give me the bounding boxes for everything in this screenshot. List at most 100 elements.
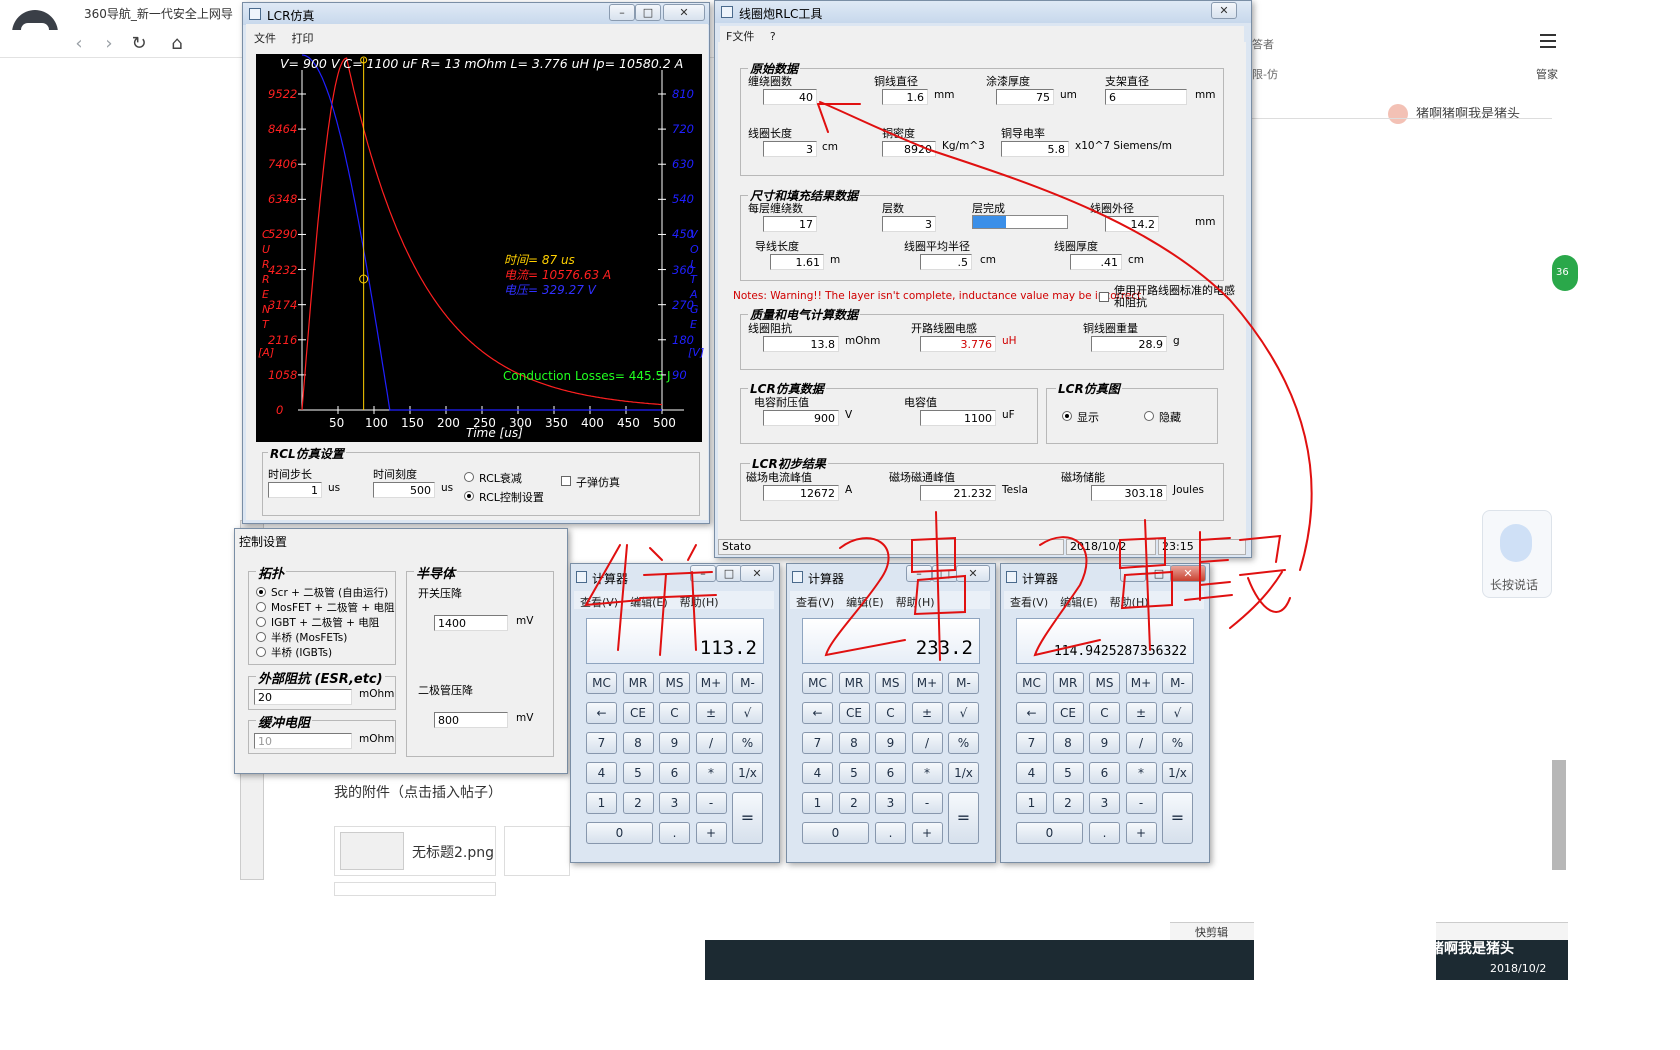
- wire-length-input[interactable]: 1.61: [770, 254, 824, 270]
- calc-key[interactable]: 1: [586, 792, 617, 814]
- calc-key[interactable]: MR: [838, 672, 870, 694]
- calculator-menu-item[interactable]: 帮助(H): [674, 591, 725, 613]
- forward-icon[interactable]: ›: [98, 33, 120, 55]
- conductivity-input[interactable]: 5.8: [1001, 141, 1069, 157]
- calc-key[interactable]: 6: [659, 762, 690, 784]
- calc-key-zero[interactable]: 0: [586, 822, 653, 844]
- topology-radio[interactable]: [256, 617, 266, 627]
- user-name[interactable]: 猪啊猪啊我是猪头: [1416, 103, 1520, 122]
- coil-thickness-input[interactable]: .41: [1070, 254, 1122, 270]
- calc-key[interactable]: 3: [875, 792, 906, 814]
- calculator-menu-item[interactable]: 编辑(E): [624, 591, 674, 613]
- radio-rcl-control-label[interactable]: RCL控制设置: [479, 489, 544, 505]
- calc-key[interactable]: 1/x: [948, 762, 979, 784]
- radio-show-label[interactable]: 显示: [1077, 409, 1099, 425]
- topology-radio[interactable]: [256, 647, 266, 657]
- calc-key[interactable]: /: [911, 732, 943, 754]
- close-button[interactable]: ✕: [663, 4, 705, 21]
- topology-option-label[interactable]: 半桥 (IGBTs): [271, 645, 332, 660]
- calc-key[interactable]: 9: [1089, 732, 1120, 754]
- lcr-title-bar[interactable]: LCR仿真 – □ ✕: [243, 3, 709, 25]
- quick-edit-button[interactable]: 快剪辑: [1195, 924, 1228, 940]
- attachment-card[interactable]: [504, 826, 570, 876]
- diode-drop-input[interactable]: 800: [434, 712, 508, 728]
- calc-key[interactable]: 3: [1089, 792, 1120, 814]
- calculator-menu-item[interactable]: 查看(V): [1004, 591, 1054, 613]
- radio-rcl-decay-label[interactable]: RCL衰减: [479, 470, 522, 486]
- resistance-input[interactable]: 13.8: [763, 336, 839, 352]
- calc-key[interactable]: C: [1089, 702, 1120, 724]
- browser-tab-title[interactable]: 360导航_新一代安全上网导: [84, 5, 233, 22]
- inductance-input[interactable]: 3.776: [920, 336, 996, 352]
- calc-key[interactable]: 9: [659, 732, 690, 754]
- topology-radio[interactable]: [256, 632, 266, 642]
- time-step-input[interactable]: 1: [268, 482, 322, 498]
- wire-diameter-input[interactable]: 1.6: [882, 89, 928, 105]
- weight-input[interactable]: 28.9: [1091, 336, 1167, 352]
- minimize-button[interactable]: –: [1120, 565, 1146, 582]
- calc-key[interactable]: *: [1125, 762, 1157, 784]
- calc-key[interactable]: 6: [875, 762, 906, 784]
- calc-key[interactable]: 7: [802, 732, 833, 754]
- calc-key[interactable]: %: [1162, 732, 1193, 754]
- calc-key[interactable]: 2: [838, 792, 870, 814]
- calc-key[interactable]: C: [659, 702, 690, 724]
- calc-key[interactable]: 2: [1052, 792, 1084, 814]
- calc-key[interactable]: CE: [622, 702, 654, 724]
- topology-radio[interactable]: [256, 587, 266, 597]
- turns-input[interactable]: 40: [763, 89, 817, 105]
- calc-key-zero[interactable]: 0: [1016, 822, 1083, 844]
- open-circuit-checkbox[interactable]: [1099, 292, 1109, 302]
- close-button[interactable]: ✕: [1211, 2, 1237, 19]
- topology-option-label[interactable]: MosFET + 二极管 + 电阻: [271, 600, 395, 615]
- calc-key[interactable]: MC: [586, 672, 617, 694]
- calc-key[interactable]: -: [911, 792, 943, 814]
- calc-key[interactable]: 8: [622, 732, 654, 754]
- attachment-thumbnail[interactable]: [340, 832, 404, 870]
- close-button[interactable]: ✕: [1170, 565, 1206, 582]
- calc-key[interactable]: √: [1162, 702, 1193, 724]
- calculator-menu-item[interactable]: 帮助(H): [890, 591, 941, 613]
- peak-current-input[interactable]: 12672: [763, 485, 839, 501]
- calc-key[interactable]: M-: [732, 672, 763, 694]
- copper-density-input[interactable]: 8920: [882, 141, 936, 157]
- menu-file[interactable]: F文件: [720, 26, 760, 46]
- calc-key[interactable]: MS: [875, 672, 906, 694]
- calc-key[interactable]: /: [1125, 732, 1157, 754]
- calc-key[interactable]: ±: [1125, 702, 1157, 724]
- calculator-menu-item[interactable]: 查看(V): [574, 591, 624, 613]
- radio-hide[interactable]: [1144, 411, 1154, 421]
- coil-length-input[interactable]: 3: [763, 141, 817, 157]
- calc-key[interactable]: CE: [1052, 702, 1084, 724]
- switch-drop-input[interactable]: 1400: [434, 615, 508, 631]
- calc-key[interactable]: -: [1125, 792, 1157, 814]
- calc-key[interactable]: ←: [586, 702, 617, 724]
- user-avatar[interactable]: [1388, 104, 1408, 124]
- calc-key[interactable]: 8: [1052, 732, 1084, 754]
- esr-input[interactable]: 20: [254, 689, 352, 705]
- paint-thickness-input[interactable]: 75: [996, 89, 1054, 105]
- radio-hide-label[interactable]: 隐藏: [1159, 409, 1181, 425]
- calc-key[interactable]: CE: [838, 702, 870, 724]
- calc-key[interactable]: MC: [802, 672, 833, 694]
- topology-option-label[interactable]: Scr + 二极管 (自由运行): [271, 585, 388, 600]
- radio-show[interactable]: [1062, 411, 1072, 421]
- open-circuit-label[interactable]: 使用开路线圈标准的电感和阻抗: [1114, 285, 1242, 309]
- calc-key[interactable]: M-: [948, 672, 979, 694]
- calc-key[interactable]: 1: [802, 792, 833, 814]
- close-button[interactable]: ✕: [956, 565, 990, 582]
- calc-key[interactable]: 7: [1016, 732, 1047, 754]
- attachment-card[interactable]: [334, 882, 496, 896]
- calc-key[interactable]: ←: [802, 702, 833, 724]
- calc-key[interactable]: MS: [659, 672, 690, 694]
- attachment-name[interactable]: 无标题2.png: [412, 842, 494, 862]
- calc-key[interactable]: *: [695, 762, 727, 784]
- calc-key[interactable]: MR: [622, 672, 654, 694]
- capacitance-input[interactable]: 1100: [920, 410, 996, 426]
- calc-key-decimal[interactable]: .: [1089, 822, 1120, 844]
- microphone-icon[interactable]: [1500, 524, 1532, 562]
- calc-key[interactable]: M+: [1125, 672, 1157, 694]
- frame-diameter-input[interactable]: 6: [1105, 89, 1187, 105]
- menu-print[interactable]: 打印: [286, 28, 320, 48]
- calc-key[interactable]: 3: [659, 792, 690, 814]
